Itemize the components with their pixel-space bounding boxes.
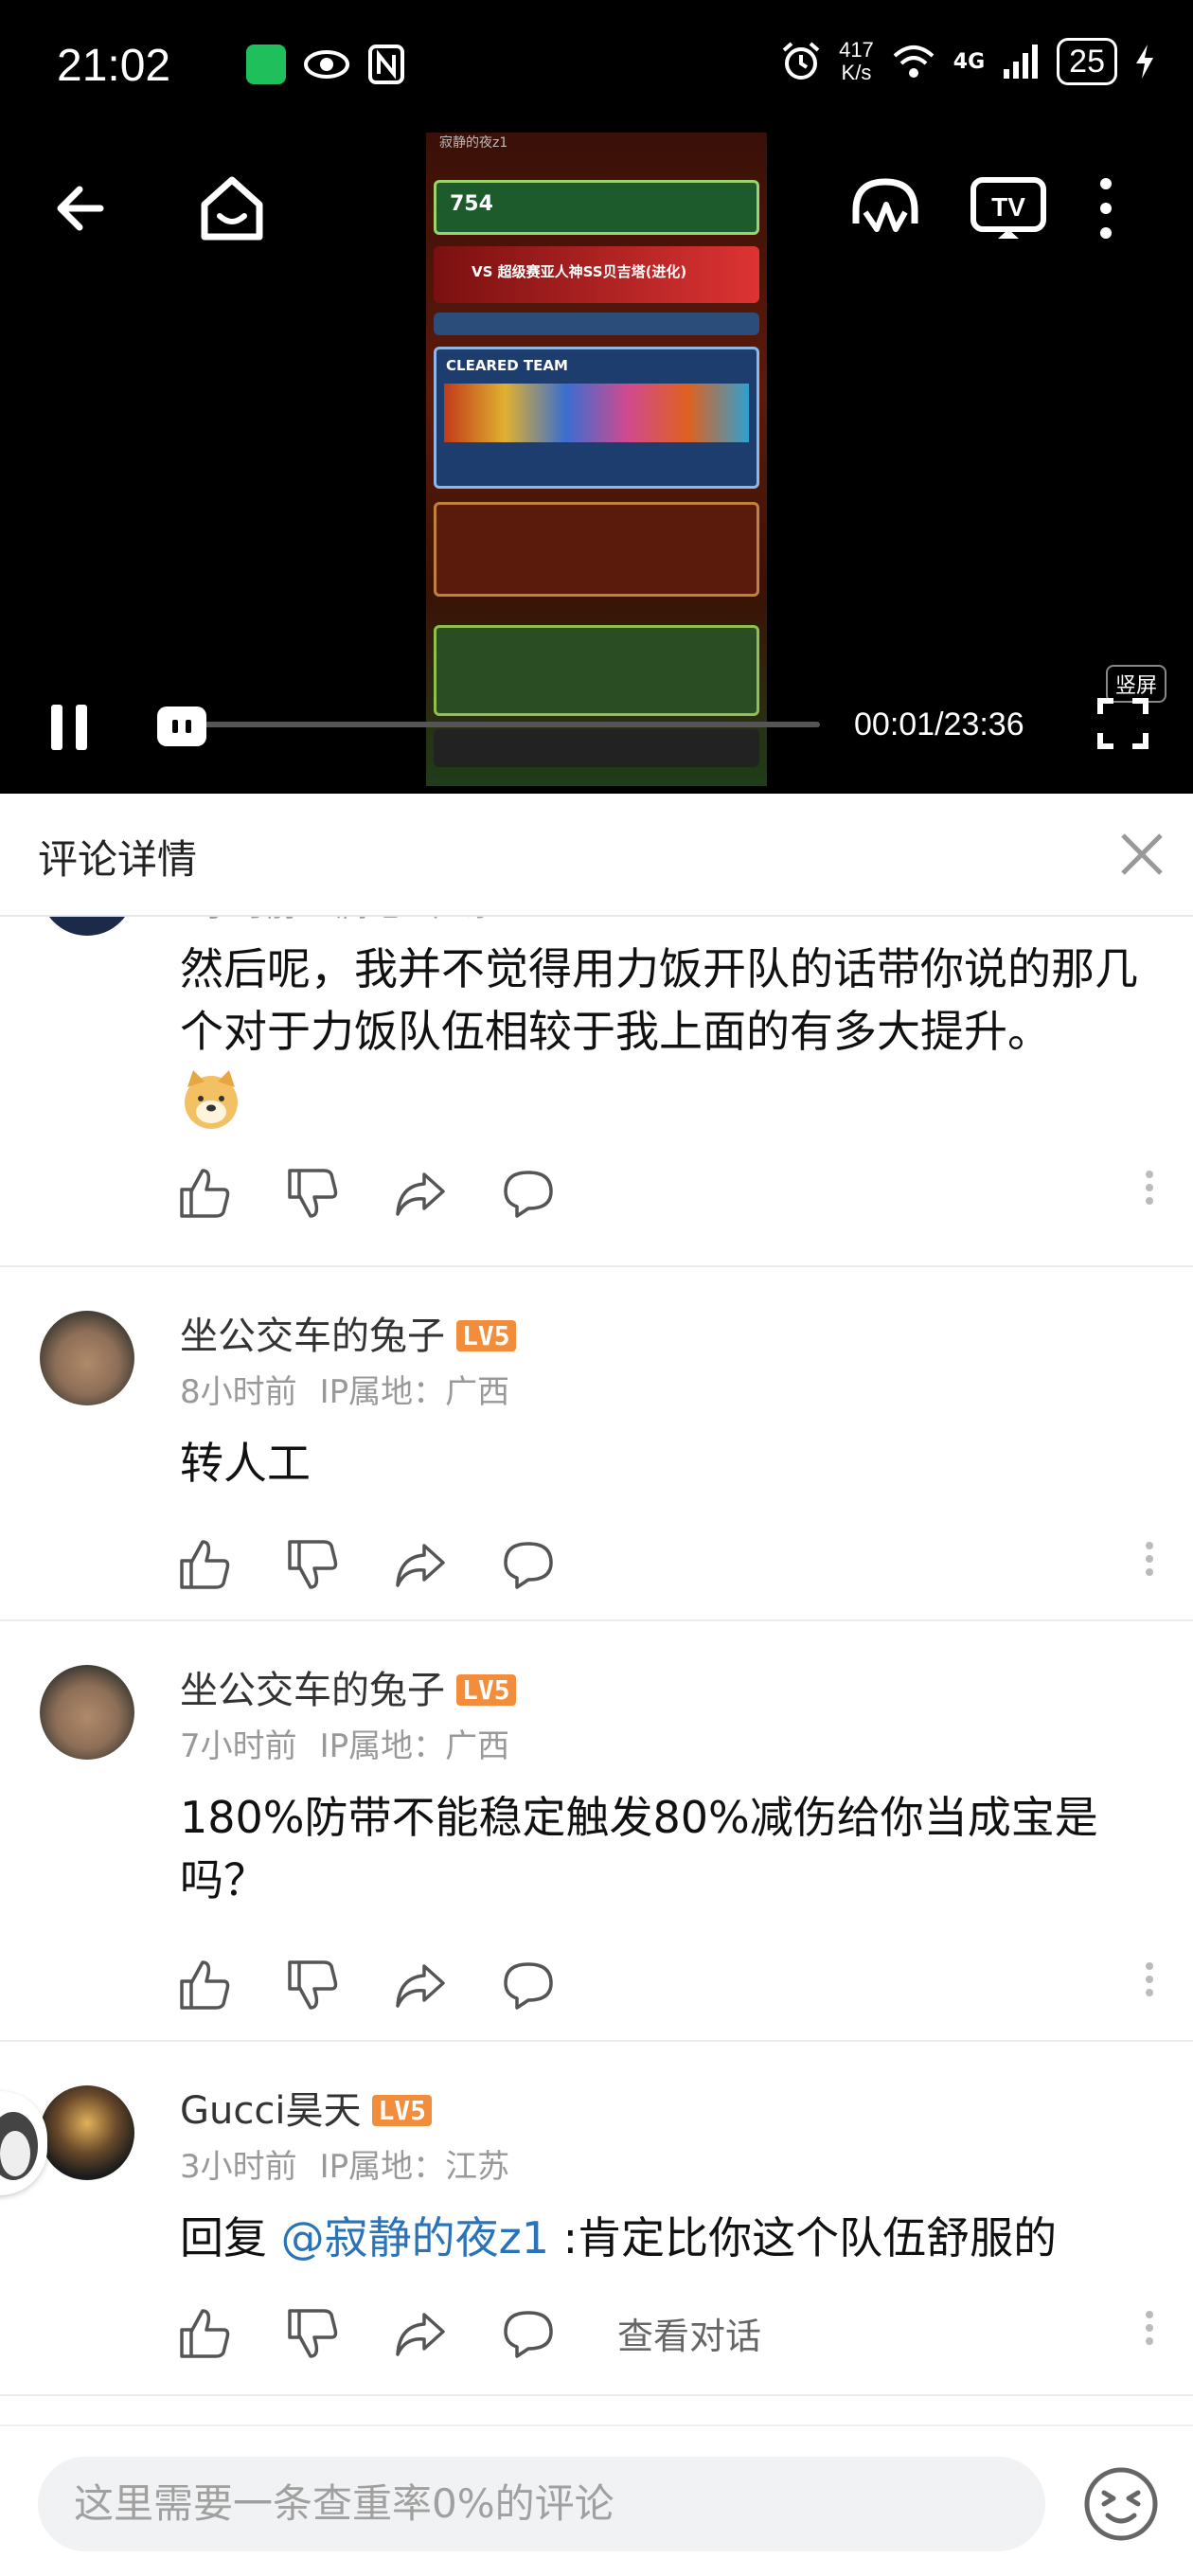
fullscreen-icon[interactable]	[1096, 697, 1149, 750]
comment-meta: 7小时前 IP属地：广西	[180, 1727, 510, 1765]
level-badge: LV5	[456, 1320, 516, 1351]
avatar[interactable]	[40, 1311, 134, 1405]
more-vertical-icon[interactable]	[1087, 170, 1125, 246]
comment-item: 坐公交车的兔子 LV5 8小时前 IP属地：广西 转人工	[0, 1267, 1193, 1621]
wechat-icon	[246, 45, 286, 84]
reply-icon[interactable]	[500, 1957, 557, 2013]
status-notification-icons	[246, 44, 405, 85]
share-icon[interactable]	[392, 1957, 449, 2013]
view-conversation-link[interactable]: 查看对话	[617, 2307, 761, 2359]
svg-text:TV: TV	[991, 192, 1025, 222]
avatar[interactable]	[40, 2085, 134, 2180]
comment-panel-header: 评论详情	[0, 794, 1193, 917]
game-stage-name: VS 超级赛亚人神SS贝吉塔(进化)	[472, 263, 687, 280]
reply-icon[interactable]	[500, 2305, 557, 2362]
dislike-icon[interactable]	[284, 2305, 341, 2362]
more-options-icon[interactable]	[1138, 1957, 1161, 2013]
share-icon[interactable]	[392, 1165, 449, 1222]
doge-emoji-icon	[180, 1068, 1165, 1147]
comment-list[interactable]: 8小时前 IP属地：广东 然后呢，我并不觉得用力饭开队的话带你说的那几个对于力饭…	[0, 917, 1193, 2424]
back-arrow-icon[interactable]	[44, 170, 129, 246]
comment-actions	[176, 1957, 1161, 2013]
game-bottom-buttons	[434, 729, 759, 767]
dislike-icon[interactable]	[284, 1536, 341, 1593]
avatar[interactable]	[40, 917, 134, 936]
panel-title: 评论详情	[38, 836, 198, 883]
game-tab-bar	[434, 313, 759, 335]
avatar[interactable]	[40, 1665, 134, 1760]
reply-icon[interactable]	[500, 1536, 557, 1593]
eye-icon	[304, 50, 349, 79]
game-support-items	[434, 625, 759, 716]
playback-time: 00:01/23:36	[854, 707, 1024, 742]
battery-level: 25	[1057, 38, 1117, 85]
comment-meta: 8小时前 IP属地：广东	[180, 917, 497, 925]
emoji-icon[interactable]	[1081, 2464, 1161, 2544]
status-system-icons: 417 K/s 4G 25	[780, 38, 1155, 85]
comment-actions: 查看对话	[176, 2305, 1161, 2362]
comment-username[interactable]: Gucci昊天 LV5	[180, 2080, 433, 2135]
wifi-icon	[893, 45, 935, 78]
share-icon[interactable]	[392, 1536, 449, 1593]
more-options-icon[interactable]	[1138, 2305, 1161, 2362]
net-speed: 417 K/s	[839, 38, 874, 84]
comment-text: 转人工	[180, 1438, 311, 1489]
like-icon[interactable]	[176, 1165, 233, 1222]
network-type: 4G	[953, 49, 986, 74]
more-options-icon[interactable]	[1138, 1165, 1161, 1222]
comment-input-bar: 这里需要一条查重率0%的评论	[0, 2424, 1193, 2576]
pause-icon[interactable]	[44, 701, 97, 754]
game-leader-card	[434, 502, 759, 597]
level-badge: LV5	[456, 1674, 516, 1706]
comment-username[interactable]: 坐公交车的兔子 LV5	[180, 1659, 516, 1714]
more-options-icon[interactable]	[1138, 1536, 1161, 1593]
status-bar: 21:02 417 K/s 4G 25	[57, 36, 1155, 102]
comment-item: 坐公交车的兔子 LV5 7小时前 IP属地：广西 180%防带不能稳定触发80%减伤…	[0, 1621, 1193, 2042]
video-player[interactable]: 21:02 417 K/s 4G 25 TV 寂静的夜z1 754 VS 超级赛亚…	[0, 0, 1193, 794]
nfc-icon	[368, 45, 404, 84]
video-frame: 寂静的夜z1 754 VS 超级赛亚人神SS贝吉塔(进化) CLEARED TE…	[426, 133, 767, 786]
comment-username[interactable]: 坐公交车的兔子 LV5	[180, 1305, 516, 1360]
comment-meta: 3小时前 IP属地：江苏	[180, 2148, 510, 2186]
comment-text: 然后呢，我并不觉得用力饭开队的话带你说的那几个对于力饭队伍相较于我上面的有多大提…	[180, 938, 1165, 1147]
game-rank-bar: 754	[434, 180, 759, 235]
game-cleared-team: CLEARED TEAM	[434, 347, 759, 489]
signal-icon	[1004, 45, 1039, 79]
comment-text: 回复 @寂静的夜z1 :肯定比你这个队伍舒服的	[180, 2212, 1058, 2263]
tv-cast-icon[interactable]: TV	[966, 170, 1051, 246]
comment-actions	[176, 1165, 1161, 1222]
share-icon[interactable]	[392, 2305, 449, 2362]
charging-icon	[1136, 45, 1153, 79]
like-icon[interactable]	[176, 1536, 233, 1593]
home-icon[interactable]	[189, 170, 275, 246]
headphones-icon[interactable]	[843, 170, 928, 246]
comment-actions	[176, 1536, 1161, 1593]
comment-meta: 8小时前 IP属地：广西	[180, 1373, 510, 1411]
mention-link[interactable]: @寂静的夜z1	[281, 2212, 549, 2263]
level-badge: LV5	[372, 2095, 433, 2126]
close-icon[interactable]	[1113, 826, 1170, 883]
progress-bar[interactable]	[180, 722, 820, 727]
alarm-icon	[782, 42, 820, 80]
floating-penguin-sticker[interactable]	[0, 2091, 47, 2195]
video-watermark: 寂静的夜z1	[439, 135, 508, 151]
like-icon[interactable]	[176, 2305, 233, 2362]
comment-text: 180%防带不能稳定触发80%减伤给你当成宝是吗？	[180, 1792, 1098, 1905]
like-icon[interactable]	[176, 1957, 233, 2013]
comment-item: 8小时前 IP属地：广东 然后呢，我并不觉得用力饭开队的话带你说的那几个对于力饭…	[0, 917, 1193, 1267]
dislike-icon[interactable]	[284, 1165, 341, 1222]
dislike-icon[interactable]	[284, 1957, 341, 2013]
progress-thumb[interactable]	[157, 707, 206, 746]
reply-icon[interactable]	[500, 1165, 557, 1222]
status-time: 21:02	[57, 41, 171, 91]
comment-item: Gucci昊天 LV5 3小时前 IP属地：江苏 回复 @寂静的夜z1 :肯定比你这…	[0, 2042, 1193, 2396]
comment-input[interactable]: 这里需要一条查重率0%的评论	[38, 2457, 1045, 2551]
